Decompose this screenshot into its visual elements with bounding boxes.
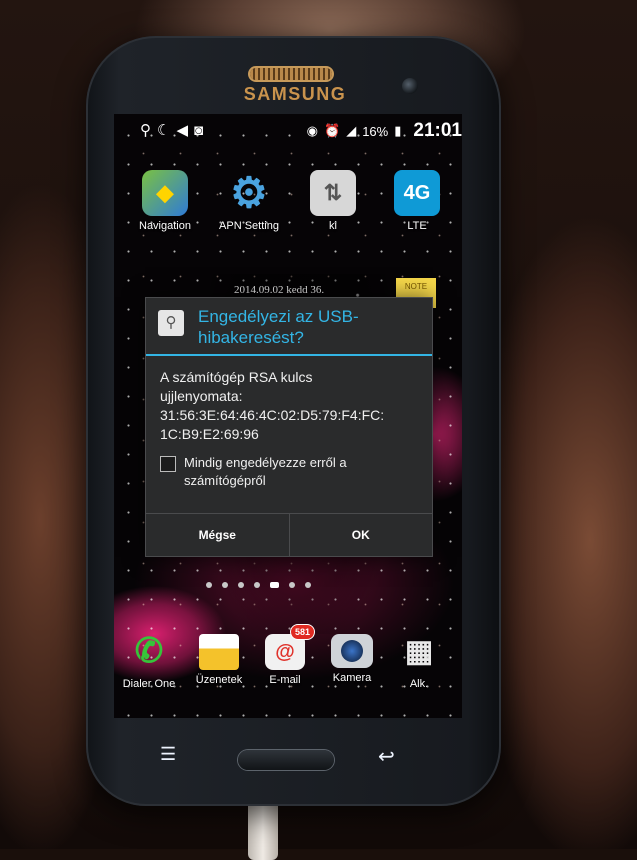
phone-icon: ✆ <box>134 632 164 670</box>
app-label: LTE <box>407 220 427 232</box>
battery-percent: 16% <box>362 123 389 139</box>
usb-icon: ⚲ <box>158 310 184 336</box>
eye-icon: ◉ <box>306 123 319 138</box>
app-label: APN Setting <box>219 220 279 232</box>
data-toggle-icon: ⇅ <box>310 170 356 216</box>
page-dot <box>238 582 244 588</box>
app-navigation[interactable]: ◆ Navigation <box>130 170 200 232</box>
dialog-header: ⚲ Engedélyezi az USB-hibakeresést? <box>146 298 432 356</box>
gear-icon: ⚙ <box>230 169 268 216</box>
dock-apps[interactable]: ▦ Alk. <box>384 628 454 691</box>
page-dot <box>222 582 228 588</box>
brand-logo: SAMSUNG <box>243 84 347 104</box>
app-apn-setting[interactable]: ⚙ APN Setting <box>214 169 284 233</box>
page-dot <box>305 582 311 588</box>
page-dot <box>206 582 212 588</box>
unread-badge: 581 <box>289 624 315 640</box>
phone-screen: ⚲☾◀◙ ◉ ⏰ ◢ 16% ▮ 21:01 ◆ Navigation ⚙ AP… <box>114 114 462 718</box>
message-icon <box>199 634 239 670</box>
email-icon: @581 <box>265 624 315 670</box>
dock-dialer-one[interactable]: ✆ Dialer One <box>114 628 184 690</box>
lte-badge: 4G <box>403 181 431 204</box>
fingerprint-line: 31:56:3E:64:46:4C:02:D5:79:F4:FC: <box>160 407 385 423</box>
app-label: Alk. <box>409 678 429 690</box>
app-label: Navigation <box>139 220 191 232</box>
dialog-buttons: Mégse OK <box>146 513 432 556</box>
system-icons: ◉ ⏰ ◢ 16% ▮ 21:01 <box>307 120 462 142</box>
usb-debugging-dialog: ⚲ Engedélyezi az USB-hibakeresést? A szá… <box>145 297 433 557</box>
message-line: ujjlenyomata: <box>160 388 243 404</box>
battery-icon: ▮ <box>394 123 402 138</box>
app-label: Üzenetek <box>195 674 243 686</box>
cancel-button[interactable]: Mégse <box>146 514 289 556</box>
dialog-body: A számítógép RSA kulcs ujjlenyomata: 31:… <box>146 356 432 490</box>
app-label: ki <box>329 220 337 232</box>
clock: 21:01 <box>413 120 462 141</box>
home-button[interactable] <box>238 750 334 770</box>
always-allow-option[interactable]: Mindig engedélyezze erről a számítógéprő… <box>160 454 418 490</box>
camera-icon <box>331 634 373 668</box>
front-camera-icon <box>402 78 418 94</box>
signal-icon: ◢ <box>346 123 357 138</box>
app-label: Dialer One <box>122 678 176 690</box>
sound-icon: ◀ <box>176 122 194 139</box>
date-widget: 2014.09.02 kedd 36. <box>234 284 325 296</box>
notification-icons: ⚲☾◀◙ <box>140 121 209 139</box>
apps-grid-icon: ▦ <box>404 634 434 668</box>
alarm-icon: ⏰ <box>324 123 341 138</box>
fingerprint-line: 1C:B9:E2:69:96 <box>160 426 259 442</box>
message-line: A számítógép RSA kulcs <box>160 369 313 385</box>
app-ki[interactable]: ⇅ ki <box>298 170 368 232</box>
earpiece-speaker <box>250 68 332 80</box>
app-lte[interactable]: 4G LTE <box>382 170 452 232</box>
usb-icon: ⚲ <box>140 122 157 139</box>
back-key-icon[interactable]: ↩ <box>378 744 395 769</box>
dock-messages[interactable]: Üzenetek <box>184 628 254 686</box>
navigation-icon: ◆ <box>142 170 188 216</box>
menu-key-icon[interactable]: ☰ <box>160 744 176 765</box>
app-label: Kamera <box>332 672 372 684</box>
dialog-title: Engedélyezi az USB-hibakeresést? <box>198 307 359 347</box>
page-dot-active <box>270 582 279 588</box>
note-label: NOTE <box>404 282 428 291</box>
always-allow-checkbox[interactable] <box>160 456 176 472</box>
page-dot <box>289 582 295 588</box>
app-label: E-mail <box>269 674 301 686</box>
dock-camera[interactable]: Kamera <box>317 628 387 684</box>
dock-email[interactable]: @581 E-mail <box>250 624 320 686</box>
checkbox-label: Mindig engedélyezze erről a számítógéprő… <box>184 455 347 488</box>
ok-button[interactable]: OK <box>288 514 433 556</box>
screenshot-icon: ◙ <box>194 122 210 139</box>
page-dot <box>254 582 260 588</box>
page-indicator <box>206 582 311 588</box>
lte-icon: 4G <box>394 170 440 216</box>
status-bar: ⚲☾◀◙ ◉ ⏰ ◢ 16% ▮ 21:01 <box>114 114 462 144</box>
moon-icon: ☾ <box>157 122 177 139</box>
